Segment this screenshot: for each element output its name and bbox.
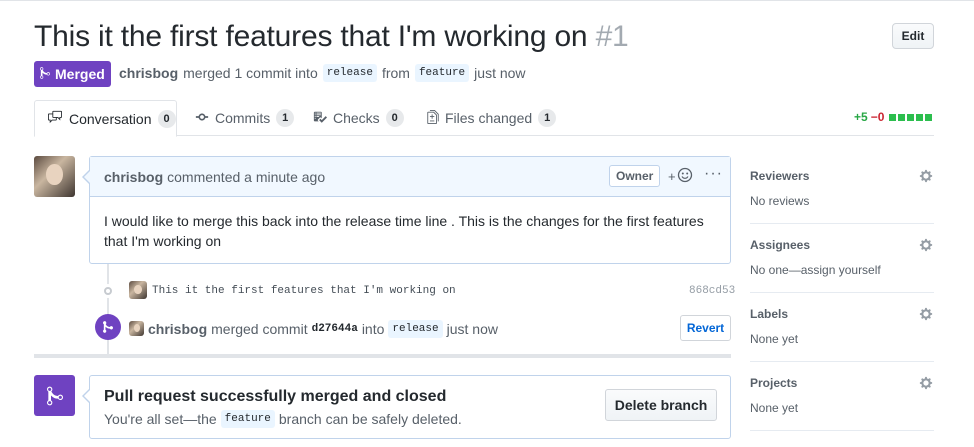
tab-commits-count: 1 — [276, 109, 295, 127]
checklist-icon — [313, 110, 327, 127]
git-merge-icon — [95, 314, 121, 340]
git-merge-icon — [34, 375, 75, 416]
pr-meta: chrisbog merged 1 commit into release fr… — [119, 64, 526, 82]
smiley-icon — [677, 167, 693, 186]
tab-checks-label: Checks — [333, 110, 380, 126]
sidebar-labels: Labels None yet — [750, 293, 934, 362]
sidebar-assignees-title[interactable]: Assignees — [750, 238, 810, 252]
comment-box: chrisbog commented a minute ago Owner + … — [82, 156, 731, 264]
sidebar-labels-value: None yet — [750, 332, 799, 346]
merged-status-title: Pull request successfully merged and clo… — [104, 388, 447, 405]
merged-status-subtitle: You're all set—the feature branch can be… — [104, 410, 462, 428]
diffstat: +5 −0 — [854, 110, 933, 124]
pr-author-link[interactable]: chrisbog — [119, 65, 178, 81]
pr-title-text: This it the first features that I'm work… — [34, 20, 588, 53]
gear-icon[interactable] — [919, 169, 933, 183]
diffstat-additions: +5 — [854, 110, 868, 124]
commit-sha[interactable]: 868cd53 — [689, 285, 735, 297]
tab-checks[interactable]: Checks 0 — [301, 100, 416, 136]
diffstat-block — [925, 113, 933, 121]
merged-state-label: Merged — [55, 66, 105, 82]
tab-commits-label: Commits — [215, 110, 271, 126]
pr-title: This it the first features that I'm work… — [34, 20, 629, 54]
sidebar-projects: Projects None yet — [750, 362, 934, 431]
pr-meta-from: from — [381, 65, 410, 81]
comment-author-avatar[interactable] — [34, 156, 75, 197]
tab-checks-count: 0 — [385, 109, 404, 127]
pr-sidebar: Reviewers No reviews Assignees No one—as… — [750, 155, 934, 431]
sidebar-reviewers-value: No reviews — [750, 194, 810, 208]
merged-state-badge: Merged — [34, 61, 111, 87]
diffstat-block — [907, 113, 915, 121]
gear-icon[interactable] — [919, 376, 933, 390]
comment-author[interactable]: chrisbog — [104, 169, 163, 185]
sidebar-labels-title[interactable]: Labels — [750, 307, 788, 321]
reaction-plus: + — [668, 169, 676, 184]
gear-icon[interactable] — [919, 238, 933, 252]
merge-target-branch[interactable]: release — [388, 320, 443, 338]
merge-event: chrisbog merged commit d27644a into rele… — [148, 320, 498, 338]
more-options-icon[interactable]: ··· — [704, 165, 723, 183]
gear-icon[interactable] — [919, 307, 933, 321]
diffstat-deletions: −0 — [870, 110, 885, 124]
merged-status-sub-after: branch can be safely deleted. — [278, 411, 462, 427]
pr-tabs: Conversation 0 Commits 1 Checks 0 Files … — [34, 100, 934, 137]
revert-button[interactable]: Revert — [680, 315, 731, 341]
merge-event-into: into — [361, 321, 385, 337]
comment-discussion-icon — [47, 110, 63, 127]
add-reaction-button[interactable]: + — [668, 167, 693, 186]
merge-author-avatar[interactable] — [129, 321, 144, 336]
tab-files-count: 1 — [538, 109, 557, 127]
diffstat-block — [889, 113, 897, 121]
diffstat-block — [916, 113, 924, 121]
edit-button[interactable]: Edit — [892, 23, 934, 49]
delete-branch-button[interactable]: Delete branch — [605, 389, 717, 421]
merged-status-sub-before: You're all set—the — [104, 411, 217, 427]
tab-commits[interactable]: Commits 1 — [183, 100, 306, 136]
git-merge-icon — [40, 66, 50, 83]
pr-meta-action: merged 1 commit into — [183, 65, 318, 81]
sidebar-assignees-value[interactable]: No one—assign yourself — [750, 263, 881, 277]
commit-author-avatar[interactable] — [129, 281, 147, 299]
commit-dot-icon — [101, 284, 115, 298]
sidebar-projects-value: None yet — [750, 401, 799, 415]
commit-message[interactable]: This it the first features that I'm work… — [152, 285, 456, 297]
timeline-separator — [34, 354, 731, 358]
sidebar-projects-title[interactable]: Projects — [750, 376, 797, 390]
diffstat-block — [898, 113, 906, 121]
tab-files-label: Files changed — [445, 110, 533, 126]
head-branch[interactable]: feature — [414, 64, 470, 82]
tab-conversation[interactable]: Conversation 0 — [34, 100, 177, 137]
owner-label: Owner — [609, 165, 661, 187]
merge-commit-sha[interactable]: d27644a — [312, 323, 358, 335]
deletable-branch[interactable]: feature — [220, 410, 275, 428]
tab-files-changed[interactable]: Files changed 1 — [415, 100, 568, 136]
sidebar-reviewers: Reviewers No reviews — [750, 155, 934, 224]
merged-status-box: Pull request successfully merged and clo… — [82, 375, 731, 439]
merge-author[interactable]: chrisbog — [148, 321, 207, 337]
pr-meta-time: just now — [474, 65, 526, 81]
tab-conversation-count: 0 — [157, 109, 176, 128]
merge-event-time: just now — [446, 321, 498, 337]
file-diff-icon — [427, 109, 439, 127]
comment-body: I would like to merge this back into the… — [104, 213, 704, 249]
comment-timestamp[interactable]: commented a minute ago — [167, 169, 325, 185]
base-branch[interactable]: release — [322, 64, 377, 82]
merge-event-text: merged commit — [211, 321, 308, 337]
sidebar-assignees: Assignees No one—assign yourself — [750, 224, 934, 293]
git-commit-icon — [195, 110, 209, 127]
top-divider — [0, 0, 974, 1]
timeline-line — [107, 264, 109, 354]
sidebar-reviewers-title[interactable]: Reviewers — [750, 169, 809, 183]
tab-conversation-label: Conversation — [69, 110, 152, 127]
pr-number: #1 — [595, 20, 629, 53]
